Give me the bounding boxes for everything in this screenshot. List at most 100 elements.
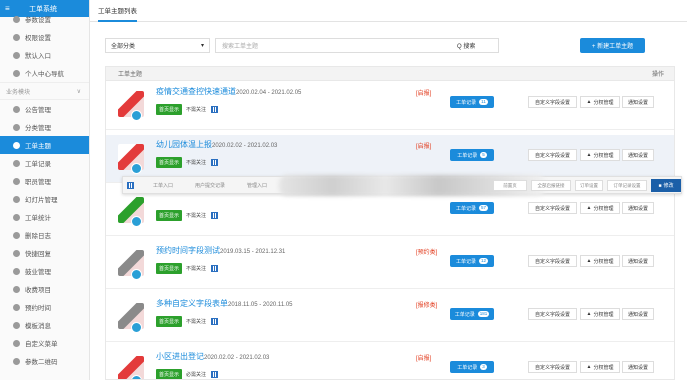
notify-button[interactable]: 通知设置 xyxy=(622,361,654,373)
custom-fields-button[interactable]: 自定义字段设置 xyxy=(528,361,577,373)
popup-all-links-button[interactable]: 全部启报链接 xyxy=(531,180,571,191)
sidebar-item[interactable]: 收费项目 xyxy=(0,280,89,298)
gear-icon xyxy=(13,231,20,239)
tab-topic-list[interactable]: 工单主题列表 xyxy=(98,5,137,22)
sidebar-item[interactable]: 幻灯片管理 xyxy=(0,190,89,208)
new-topic-button[interactable]: + 新建工单主题 xyxy=(580,38,645,53)
sidebar-item[interactable]: 工单记录 xyxy=(0,154,89,172)
users-icon: ▲ xyxy=(586,152,592,158)
sidebar-item[interactable]: 自定义菜单 xyxy=(0,334,89,352)
record-count-badge: 181 xyxy=(477,311,490,317)
topic-title-link[interactable]: 小区进出登记2020.02.02 - 2021.02.03 xyxy=(156,351,269,362)
qr-code-icon[interactable] xyxy=(211,159,219,166)
search-button[interactable]: Q 搜索 xyxy=(457,38,475,53)
popup-tab-submit[interactable]: 用户提交记录 xyxy=(195,177,225,194)
sidebar-item-label: 鼓业管理 xyxy=(25,269,51,276)
notify-button[interactable]: 通知设置 xyxy=(622,255,654,267)
custom-fields-button[interactable]: 自定义字段设置 xyxy=(528,202,577,214)
custom-fields-button[interactable]: 自定义字段设置 xyxy=(528,96,577,108)
sidebar-item[interactable]: 模板消息 xyxy=(0,316,89,334)
sidebar-item-label: 工单记录 xyxy=(25,161,51,168)
sidebar-item-label: 删除日志 xyxy=(25,233,51,240)
notify-button[interactable]: 通知设置 xyxy=(622,96,654,108)
popup-tab-manage[interactable]: 管理入口 xyxy=(247,177,267,194)
work-record-button[interactable]: 工单记录 181 xyxy=(450,308,494,320)
sidebar-item[interactable]: 分类管理 xyxy=(0,118,89,136)
sidebar-item[interactable]: 公告管理 xyxy=(0,100,89,118)
edit-icon: ■ xyxy=(658,182,662,189)
chevron-down-icon: ∨ xyxy=(76,88,81,95)
topic-title-link[interactable]: 多种自定义字段表单2018.11.05 - 2020.11.05 xyxy=(156,298,293,309)
topic-date-range: 2018.11.05 - 2020.11.05 xyxy=(228,302,293,308)
permission-button[interactable]: ▲ 分权管理 xyxy=(580,202,620,214)
custom-fields-button[interactable]: 自定义字段设置 xyxy=(528,149,577,161)
notify-button[interactable]: 通知设置 xyxy=(622,202,654,214)
record-count-badge: 57 xyxy=(479,205,489,211)
sidebar-item[interactable]: 默认入口 xyxy=(0,46,89,64)
sidebar-item[interactable]: 参数二维码 xyxy=(0,352,89,370)
topic-status: [预约类] xyxy=(416,250,438,256)
sidebar-item-label: 收费项目 xyxy=(25,287,51,294)
qr-code-icon[interactable] xyxy=(211,371,219,378)
sidebar-item[interactable]: 快捷回复 xyxy=(0,244,89,262)
sidebar-top-items: 参数设置 权限设置 默认入口 个人中心导航 xyxy=(0,10,89,82)
popup-export-button[interactable]: 订单记录设置 xyxy=(607,180,647,191)
custom-fields-button[interactable]: 自定义字段设置 xyxy=(528,308,577,320)
homepage-tag: 首页显示 xyxy=(156,157,183,168)
sidebar-item[interactable]: 工单统计 xyxy=(0,208,89,226)
chevron-down-icon: ▾ xyxy=(200,43,204,49)
qr-icon[interactable] xyxy=(127,177,134,194)
sidebar-item[interactable]: 删除日志 xyxy=(0,226,89,244)
permission-button[interactable]: ▲ 分权管理 xyxy=(580,96,620,108)
gear-icon xyxy=(13,321,20,329)
users-icon: ▲ xyxy=(586,205,592,211)
qr-code-icon[interactable] xyxy=(211,265,219,272)
category-select[interactable]: 全部分类 ▾ xyxy=(105,38,210,53)
follow-tag: 必需关注 xyxy=(186,372,207,378)
topic-title-link[interactable]: 幼儿园体温上报2020.02.02 - 2021.02.03 xyxy=(156,139,277,150)
work-record-button[interactable]: 工单记录 11 xyxy=(450,96,494,108)
work-record-label: 工单记录 xyxy=(457,364,478,371)
popup-first-page-button[interactable]: 前置页 xyxy=(493,180,527,191)
gear-icon xyxy=(13,213,20,221)
notify-button[interactable]: 通知设置 xyxy=(622,149,654,161)
sidebar-group-header[interactable]: 业务模块 ∨ xyxy=(0,82,89,100)
gear-icon xyxy=(13,105,20,113)
qr-code-icon[interactable] xyxy=(211,106,219,113)
topic-title-link[interactable]: 疫情交通查控快速通道2020.02.04 - 2021.02.05 xyxy=(156,86,301,97)
topic-date-range: 2020.02.02 - 2021.02.03 xyxy=(212,143,278,149)
notify-button[interactable]: 通知设置 xyxy=(622,308,654,320)
popup-edit-button[interactable]: ■ 修改 xyxy=(651,179,681,192)
sidebar-item[interactable]: 权限设置 xyxy=(0,28,89,46)
sidebar-item[interactable]: 职员管理 xyxy=(0,172,89,190)
topic-tags: 首页显示 必需关注 xyxy=(156,369,219,379)
sidebar-item-label: 分类管理 xyxy=(25,125,51,132)
work-record-button[interactable]: 工单记录 57 xyxy=(450,202,494,214)
permission-button[interactable]: ▲ 分权管理 xyxy=(580,361,620,373)
qr-code-icon[interactable] xyxy=(211,212,219,219)
permission-button[interactable]: ▲ 分权管理 xyxy=(580,255,620,267)
hamburger-icon[interactable]: ≡ xyxy=(5,4,13,13)
topic-title-link[interactable]: 预约时间字段测试2019.03.15 - 2021.12.31 xyxy=(156,245,285,256)
users-icon: ▲ xyxy=(586,258,592,264)
work-record-button[interactable]: 工单记录 12 xyxy=(450,255,494,267)
gear-icon xyxy=(13,339,20,347)
permission-button[interactable]: ▲ 分权管理 xyxy=(580,308,620,320)
permission-button[interactable]: ▲ 分权管理 xyxy=(580,149,620,161)
sidebar-item-label: 工单统计 xyxy=(25,215,51,222)
gear-icon xyxy=(13,33,20,41)
permission-label: 分权管理 xyxy=(593,311,614,318)
work-record-button[interactable]: 工单记录 5 xyxy=(450,149,494,161)
sidebar-item[interactable]: 预约时间 xyxy=(0,298,89,316)
sidebar-group-label: 业务模块 xyxy=(6,89,31,96)
sidebar: ≡ 工单系统 参数设置 权限设置 默认入口 个人中心导航 业务模块 ∨ 公告管理 分类管… xyxy=(0,0,90,380)
sidebar-item[interactable]: 工单主题 xyxy=(0,136,89,154)
sidebar-item[interactable]: 鼓业管理 xyxy=(0,262,89,280)
qr-code-icon[interactable] xyxy=(211,318,219,325)
sidebar-item-label: 快捷回复 xyxy=(25,251,51,258)
custom-fields-button[interactable]: 自定义字段设置 xyxy=(528,255,577,267)
work-record-button[interactable]: 工单记录 3 xyxy=(450,361,494,373)
sidebar-item[interactable]: 个人中心导航 xyxy=(0,64,89,82)
popup-tab-entry[interactable]: 工单入口 xyxy=(153,177,173,194)
popup-order-button[interactable]: 订单设置 xyxy=(575,180,603,191)
